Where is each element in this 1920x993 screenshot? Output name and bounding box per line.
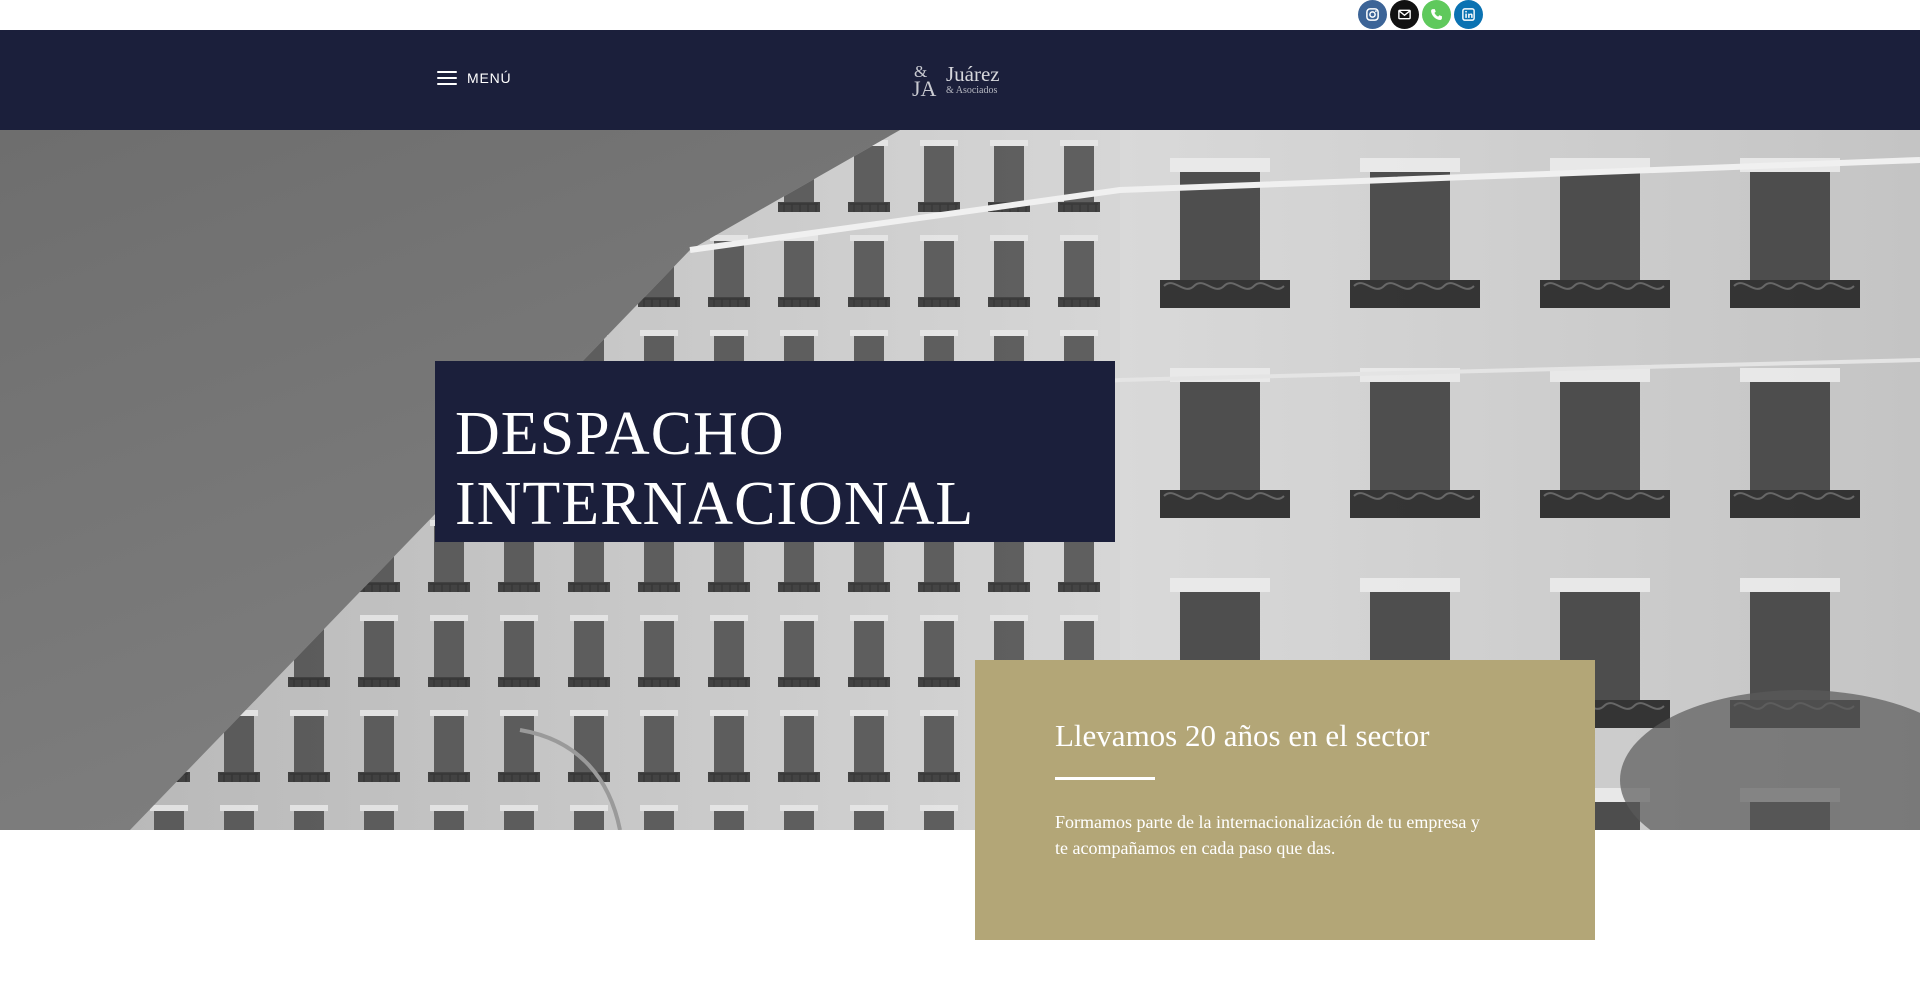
info-card: Llevamos 20 años en el sector Formamos p… [975, 660, 1595, 940]
hero-title-box: DESPACHO INTERNACIONAL [435, 361, 1115, 542]
email-icon[interactable] [1390, 0, 1419, 29]
instagram-icon[interactable] [1358, 0, 1387, 29]
menu-label: MENÚ [467, 70, 512, 86]
logo-subtitle: & Asociados [946, 85, 998, 96]
menu-button[interactable]: MENÚ [437, 70, 511, 86]
hero-title-line-1: DESPACHO [455, 400, 785, 468]
info-text: Formamos parte de la internacionalizació… [1055, 812, 1480, 858]
hamburger-icon [437, 71, 457, 85]
top-bar [0, 0, 1920, 30]
logo-monogram-icon: & JA [912, 62, 937, 99]
info-divider [1055, 777, 1155, 780]
logo-name: Juárez [946, 62, 1000, 86]
linkedin-icon[interactable] [1454, 0, 1483, 29]
social-links [1358, 0, 1483, 29]
phone-icon[interactable] [1422, 0, 1451, 29]
hero-title-line-2: INTERNACIONAL [455, 470, 975, 538]
logo[interactable]: & JA Juárez & Asociados [912, 60, 1004, 100]
info-heading: Llevamos 20 años en el sector [1055, 718, 1430, 753]
site-header: MENÚ & JA Juárez & Asociados [0, 30, 1920, 130]
svg-text:JA: JA [912, 76, 937, 99]
